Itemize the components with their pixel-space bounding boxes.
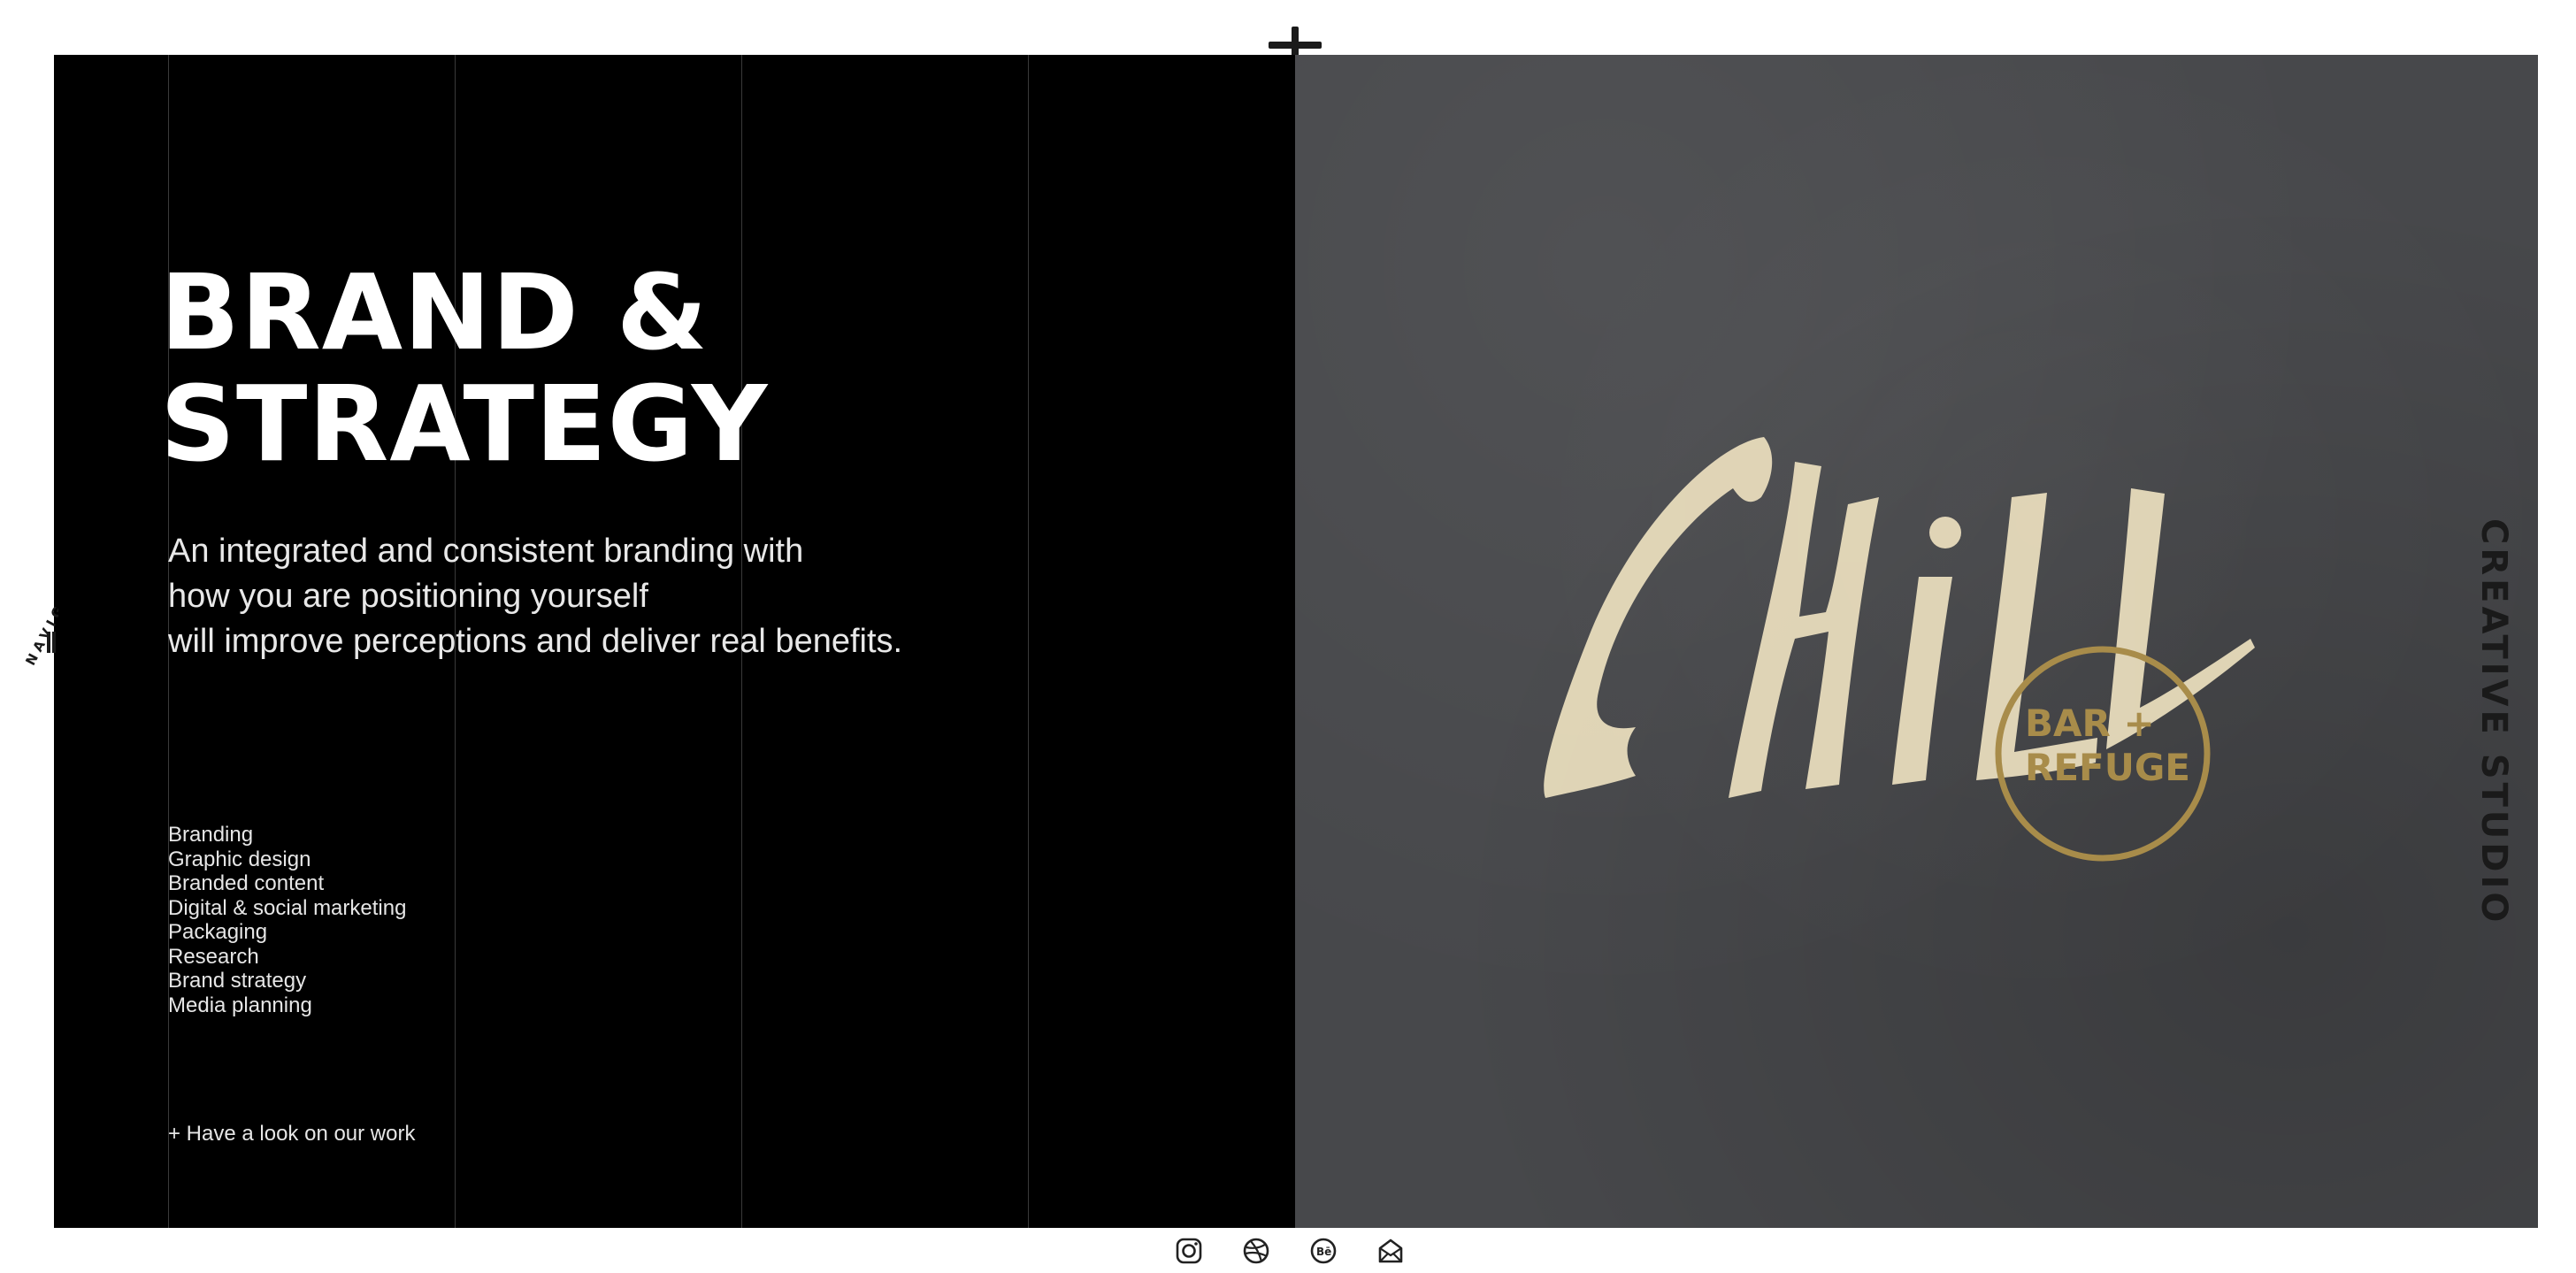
- chill-artwork: BAR + REFUGE: [1544, 437, 2255, 862]
- side-label: CREATIVE STUDIO: [2473, 518, 2514, 926]
- behance-icon[interactable]: Bē: [1309, 1237, 1338, 1265]
- service-item: Research: [168, 944, 259, 969]
- artwork-panel: BAR + REFUGE: [1295, 55, 2538, 1228]
- svg-text:BAR +: BAR +: [2025, 702, 2155, 745]
- left-panel: BRAND & STRATEGY An integrated and consi…: [54, 55, 1295, 1228]
- service-item: Media planning: [168, 993, 312, 1017]
- navigation-toggle[interactable]: NAVIG: [23, 587, 58, 702]
- stamp-logo: BAR + REFUGE: [1995, 646, 2211, 862]
- intro-line: how you are positioning yourself: [168, 578, 648, 615]
- page-title: BRAND & STRATEGY: [160, 257, 768, 479]
- service-item: Branded content: [168, 871, 325, 895]
- instagram-icon[interactable]: [1175, 1237, 1203, 1265]
- intro-line: An integrated and consistent branding wi…: [168, 533, 804, 570]
- service-item: Digital & social marketing: [168, 895, 407, 920]
- work-link[interactable]: + Have a look on our work: [168, 1122, 415, 1146]
- svg-text:Bē: Bē: [1316, 1246, 1331, 1258]
- title-line: STRATEGY: [160, 363, 769, 485]
- mail-icon[interactable]: [1376, 1237, 1405, 1265]
- service-item: Graphic design: [168, 847, 311, 871]
- social-links: Bē: [1175, 1237, 1405, 1265]
- service-item: Brand strategy: [168, 969, 307, 993]
- service-item: Branding: [168, 823, 254, 847]
- svg-text:REFUGE: REFUGE: [2025, 746, 2190, 789]
- service-item: Packaging: [168, 920, 268, 944]
- intro-line: will improve perceptions and deliver rea…: [168, 623, 903, 660]
- dribbble-icon[interactable]: [1242, 1237, 1270, 1265]
- title-line: BRAND &: [160, 251, 709, 373]
- intro-text: An integrated and consistent branding wi…: [168, 529, 964, 664]
- grid-line: [1028, 55, 1029, 1228]
- services-list: Branding Graphic design Branded content …: [168, 823, 406, 1017]
